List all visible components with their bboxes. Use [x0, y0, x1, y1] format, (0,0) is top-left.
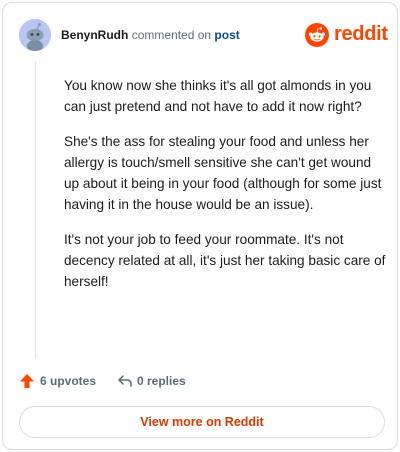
author-name[interactable]: BenynRudh: [61, 28, 128, 42]
comment-paragraph: It's not your job to feed your roommate.…: [64, 232, 386, 289]
reply-button[interactable]: 0 replies: [117, 370, 197, 392]
snoo-avatar-icon: [19, 19, 51, 51]
comment-body: You know now she thinks it's all got alm…: [64, 75, 386, 306]
view-more-button[interactable]: View more on Reddit: [19, 406, 385, 438]
byline: BenynRudh commented on post: [61, 28, 240, 42]
comment-paragraph: She's the ass for stealing your food and…: [64, 134, 382, 212]
comment-embed-card: BenynRudh commented on post reddit You k…: [2, 2, 398, 450]
comment-actions: 6 upvotes 0 replies: [19, 370, 381, 392]
upvote-button[interactable]: 6 upvotes: [19, 370, 99, 392]
reply-arrow-icon: [118, 375, 132, 387]
comment-header: BenynRudh commented on post reddit: [19, 19, 388, 53]
comment-paragraph: You know now she thinks it's all got alm…: [64, 78, 372, 114]
upvote-arrow-icon: [20, 374, 34, 388]
reply-count: 0 replies: [137, 374, 186, 388]
reddit-wordmark: reddit: [334, 23, 388, 45]
reddit-snoo-icon: [305, 23, 329, 47]
upvote-count: 6 upvotes: [40, 374, 97, 388]
post-link[interactable]: post: [214, 28, 239, 42]
thread-line: [35, 61, 36, 359]
reddit-logo[interactable]: reddit: [305, 23, 388, 47]
action-text: commented on: [131, 28, 212, 42]
user-avatar[interactable]: [19, 19, 51, 51]
